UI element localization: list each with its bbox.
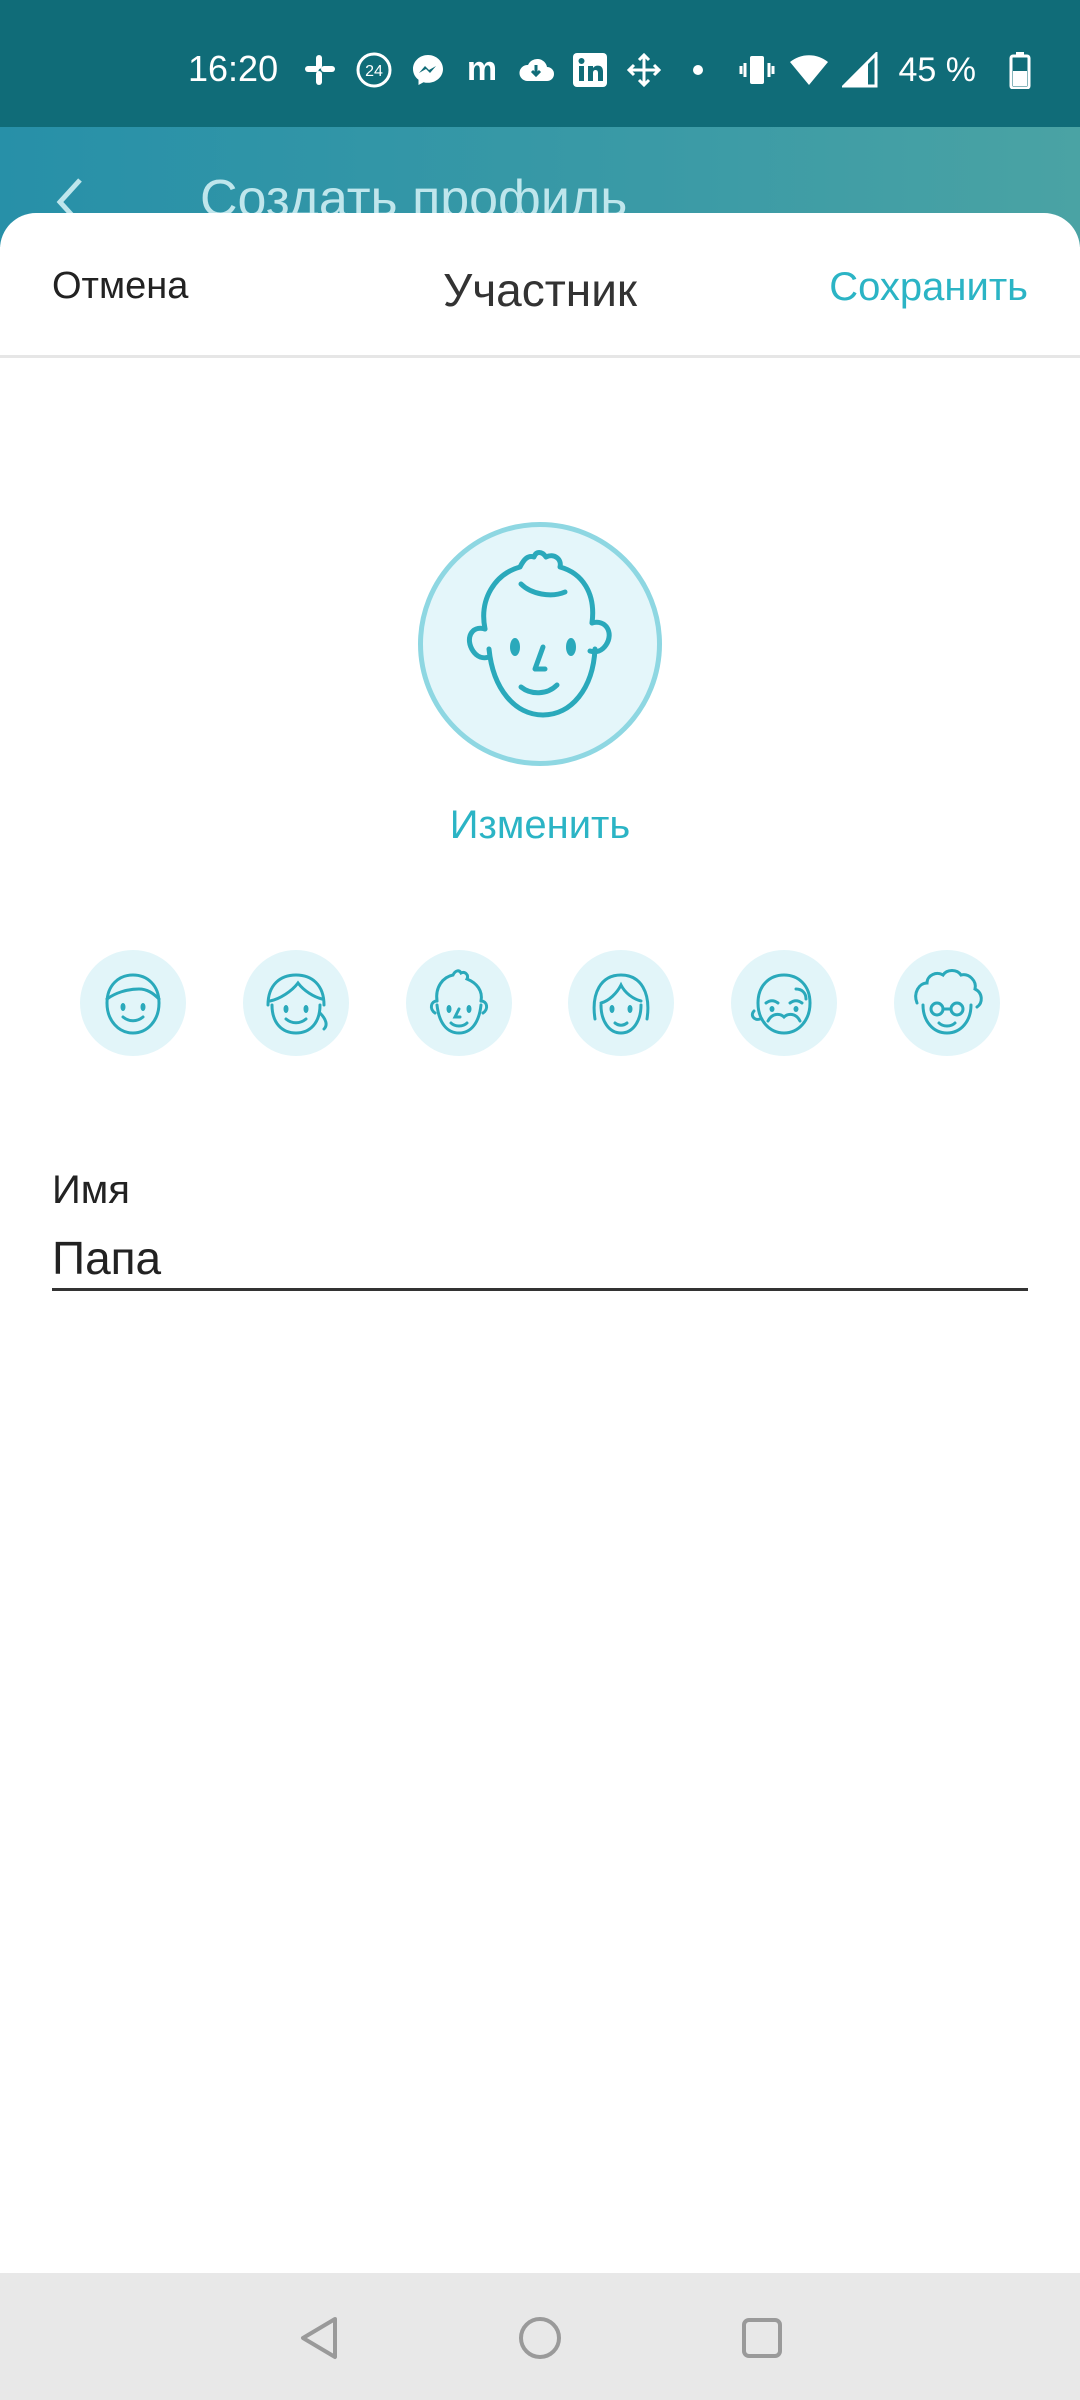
nav-back-icon[interactable]: [292, 2311, 346, 2365]
badge-24-icon: 24: [354, 50, 394, 90]
medium-icon: m: [462, 50, 502, 90]
name-label: Имя: [52, 1168, 130, 1212]
grandpa-face-icon: [751, 973, 812, 1035]
avatar-option-grandpa[interactable]: [731, 950, 838, 1056]
navigation-bar: [0, 2273, 1080, 2400]
battery-percent: 45 %: [898, 50, 977, 89]
avatar-option-boy[interactable]: [80, 950, 186, 1056]
wifi-icon: [789, 50, 829, 90]
vibrate-icon: [737, 50, 777, 90]
grandma-face-icon: [914, 969, 983, 1035]
avatar-option-grandma[interactable]: [893, 950, 1000, 1056]
selected-avatar[interactable]: [418, 522, 662, 766]
avatar-option-girl[interactable]: [242, 950, 349, 1056]
avatar-option-woman[interactable]: [568, 950, 675, 1056]
name-input[interactable]: [52, 1228, 1028, 1291]
nav-recents-icon[interactable]: [735, 2311, 789, 2365]
signal-icon: [841, 50, 881, 90]
sheet-header: Отмена Участник Сохранить: [0, 213, 1080, 358]
dot-icon: [678, 50, 718, 90]
young-man-face-icon: [429, 969, 488, 1035]
linkedin-icon: [570, 50, 610, 90]
system-icons: 45 %: [725, 48, 1041, 92]
avatar-options: [80, 950, 1000, 1056]
member-sheet: Отмена Участник Сохранить Изменить Имя П…: [0, 213, 1080, 2273]
battery-icon: [1000, 50, 1040, 90]
avatar-option-young-man[interactable]: [405, 950, 512, 1056]
slack-icon: [300, 50, 340, 90]
girl-face-icon: [266, 973, 328, 1035]
svg-text:m: m: [467, 52, 497, 88]
messenger-icon: [408, 50, 448, 90]
move-icon: [624, 50, 664, 90]
nav-home-icon[interactable]: [513, 2311, 567, 2365]
woman-face-icon: [593, 973, 650, 1035]
change-avatar-button[interactable]: Изменить: [0, 803, 1080, 848]
save-button[interactable]: Сохранить: [829, 265, 1028, 310]
cloud-icon: [516, 50, 556, 90]
boy-face-icon: [105, 973, 161, 1035]
notification-icons: 24 m: [300, 48, 732, 92]
status-time: 16:20: [188, 48, 279, 89]
svg-text:24: 24: [365, 63, 383, 80]
status-bar: 16:20 24 m 45 %: [0, 0, 1080, 127]
young-man-face-icon: [467, 550, 612, 718]
